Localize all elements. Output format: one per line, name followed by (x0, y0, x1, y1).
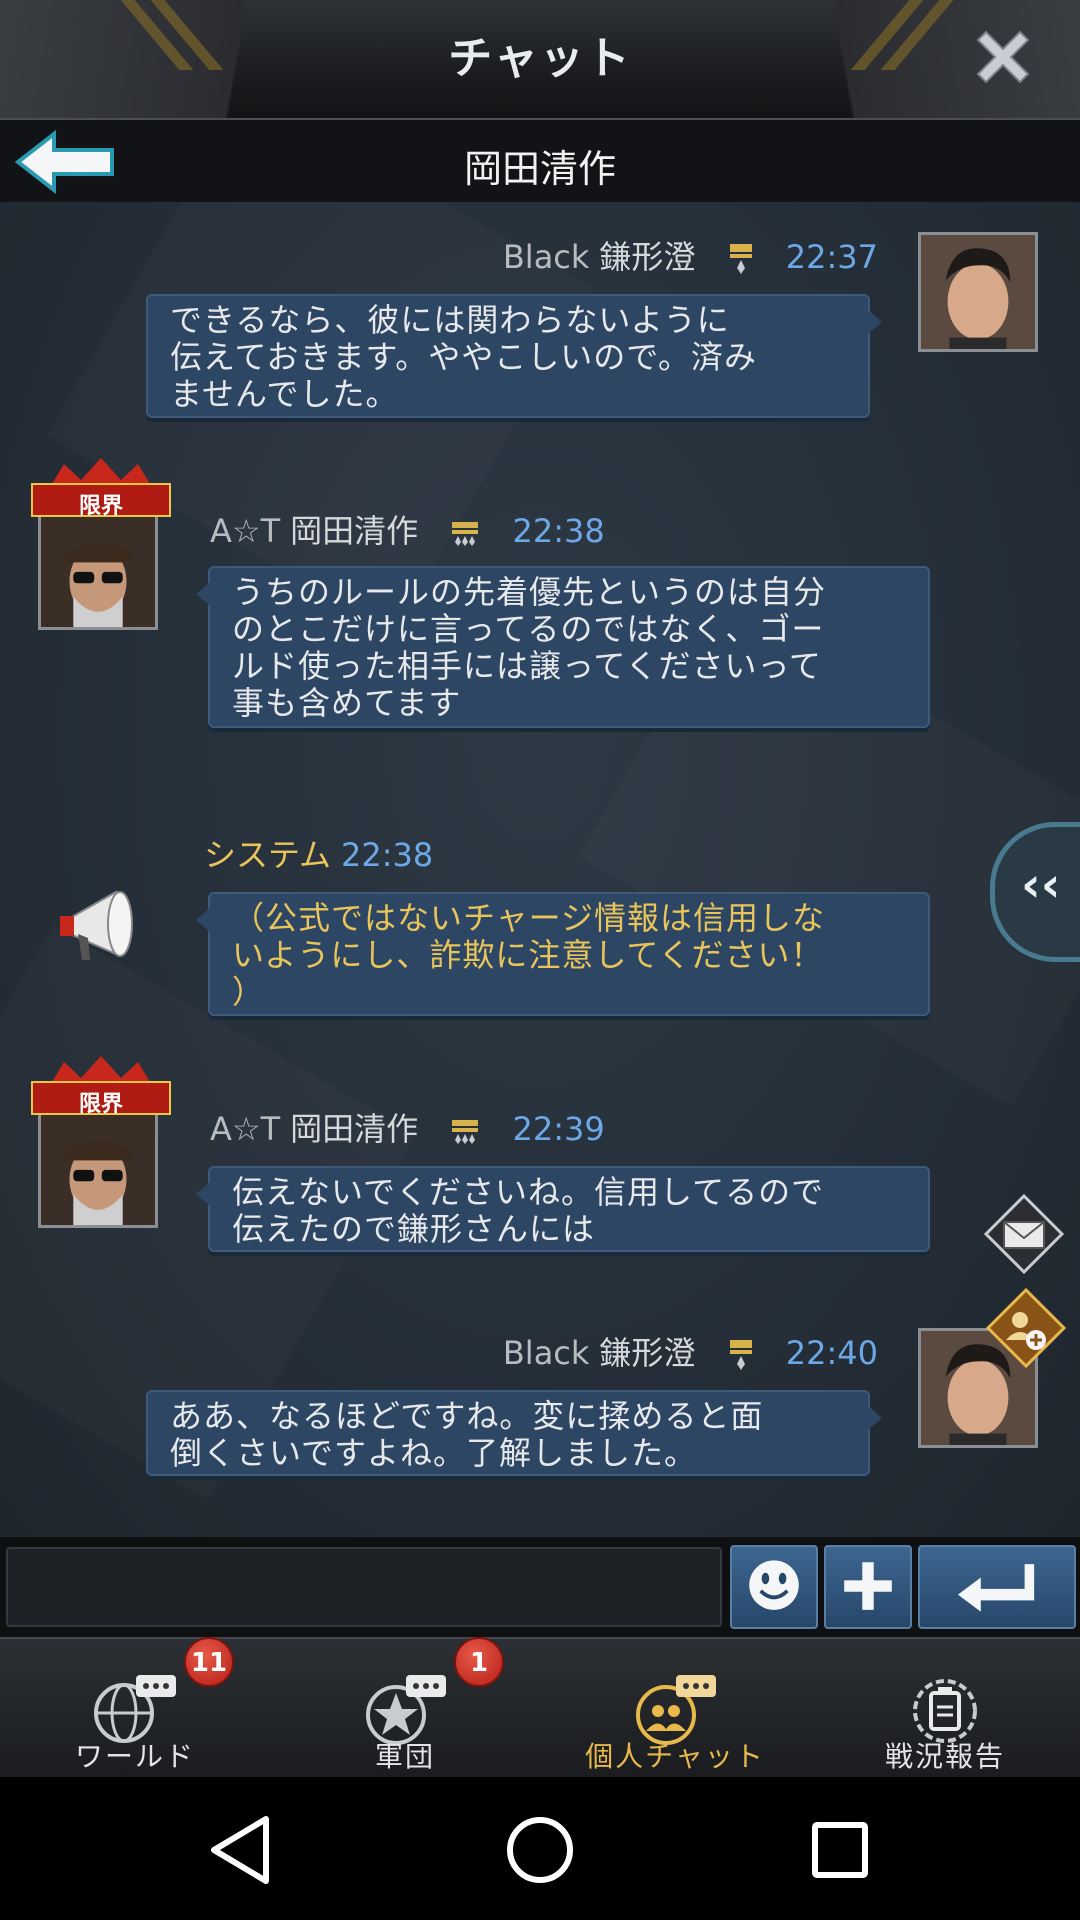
chat-screen: チャット 岡田清作 Black 鎌形澄 22:37 できるなら、彼には関わらない… (0, 0, 1080, 1920)
enter-arrow-icon (957, 1564, 1035, 1612)
tab-label: ワールド (74, 1740, 195, 1773)
double-chevron-left-icon: ‹‹ (1021, 857, 1061, 913)
rank-medal-icon (729, 1340, 752, 1370)
tab-world[interactable]: ワールド 11 (0, 1637, 270, 1779)
unread-badge: 11 (184, 1637, 234, 1687)
mail-icon (983, 1193, 1065, 1275)
tab-battle-report[interactable]: 戦況報告 (810, 1639, 1080, 1779)
sender-name: 鎌形澄 (599, 238, 696, 276)
mail-button[interactable] (983, 1193, 1065, 1275)
tab-label: 戦況報告 (884, 1740, 1005, 1773)
bubble-tail (196, 582, 210, 606)
message-line: 伝えないでくださいね。信用してるので (232, 1173, 825, 1211)
megaphone-icon (60, 890, 133, 960)
bubble-tail (196, 1182, 210, 1206)
message-line: ああ、なるほどですね。変に揉めると面 (170, 1397, 764, 1435)
rank-medal-icon (452, 522, 479, 546)
message-time: 22:37 (785, 238, 878, 276)
close-button[interactable] (968, 22, 1038, 92)
tab-label: 個人チャット (585, 1740, 765, 1773)
message-list[interactable]: Black 鎌形澄 22:37 できるなら、彼には関わらないように 伝えておきます… (0, 202, 1080, 1537)
rank-badge-label: 限界 (78, 494, 123, 519)
globe-chat-icon (94, 1675, 176, 1743)
message-line: ませんでした。 (170, 375, 399, 413)
sender-tag: Black (502, 238, 590, 276)
message-meta: システム 22:38 (204, 830, 433, 876)
conversation-header: 岡田清作 (0, 120, 1080, 202)
bubble-tail (868, 1406, 882, 1430)
sender-tag: A☆T (210, 1110, 281, 1148)
message-meta: Black 鎌形澄 22:40 (503, 1328, 878, 1374)
header-title: チャット (448, 33, 632, 84)
star-chat-icon (366, 1675, 446, 1745)
message-line: できるなら、彼には関わらないように (170, 301, 730, 339)
clipboard-icon (913, 1679, 977, 1743)
message-line: いようにし、詐欺に注意してください！ (232, 936, 824, 974)
message-line: 伝えておきます。ややこしいので。済み (170, 338, 757, 376)
avatar[interactable] (38, 1108, 158, 1228)
message-line: うちのルールの先着優先というのは自分 (232, 573, 827, 611)
message-line: ルド使った相手には譲ってくださいって (232, 647, 822, 685)
message-input[interactable] (6, 1547, 722, 1627)
sender-tag: A☆T (210, 512, 281, 550)
sender-name: 岡田清作 (290, 512, 419, 550)
square-recents-icon (812, 1822, 868, 1878)
message-bubble[interactable]: うちのルールの先着優先というのは自分 のとこだけに言ってるのではなく、ゴー ルド… (196, 566, 930, 728)
system-navigation-bar (0, 1777, 1080, 1920)
user-portrait-icon (41, 1111, 155, 1225)
sender-name: 鎌形澄 (599, 1334, 696, 1372)
avatar[interactable] (918, 232, 1038, 352)
nav-recents-button[interactable] (795, 1805, 885, 1895)
nav-home-button[interactable] (495, 1805, 585, 1895)
attach-button[interactable] (824, 1545, 912, 1629)
nav-back-button[interactable] (196, 1805, 286, 1895)
bubble-tail (868, 310, 882, 334)
message-line: 伝えたので鎌形さんには (232, 1210, 596, 1248)
bubble-tail (196, 908, 210, 932)
message-bubble[interactable]: ああ、なるほどですね。変に揉めると面 倒くさいですよね。了解しました。 (146, 1390, 882, 1476)
add-friend-button[interactable] (985, 1287, 1067, 1369)
message-line: 倒くさいですよね。了解しました。 (170, 1434, 698, 1472)
message-time: 22:40 (785, 1334, 878, 1372)
system-message-bubble[interactable]: （公式ではないチャージ情報は信用しな いようにし、詐欺に注意してください！ ） (196, 892, 930, 1016)
message-meta: A☆T 岡田清作 22:38 (210, 506, 605, 552)
message-line: ） (232, 973, 266, 1011)
message-time: 22:38 (341, 836, 434, 874)
rank-medal-icon (452, 1120, 479, 1144)
add-friend-icon (985, 1287, 1067, 1369)
triangle-back-icon (211, 1816, 269, 1884)
rank-medal-icon (729, 244, 752, 274)
user-portrait-icon (921, 235, 1035, 349)
circle-home-icon (507, 1817, 573, 1883)
message-time: 22:38 (512, 512, 605, 550)
message-input-bar (0, 1537, 1080, 1637)
top-header: チャット (0, 0, 1080, 120)
message-line: のとこだけに言ってるのではなく、ゴー (232, 610, 825, 648)
system-sender-name: システム (204, 836, 332, 874)
rank-badge-label: 限界 (78, 1092, 123, 1117)
unread-badge: 1 (454, 1637, 504, 1687)
message-bubble[interactable]: できるなら、彼には関わらないように 伝えておきます。ややこしいので。済み ません… (146, 294, 882, 418)
smiley-icon (749, 1560, 799, 1610)
conversation-partner-name: 岡田清作 (463, 147, 616, 191)
sender-name: 岡田清作 (290, 1110, 419, 1148)
message-line: （公式ではないチャージ情報は信用しな (232, 899, 826, 937)
plus-icon (844, 1562, 892, 1610)
avatar[interactable] (38, 510, 158, 630)
message-time: 22:39 (512, 1110, 605, 1148)
close-icon (976, 30, 1030, 84)
message-meta: A☆T 岡田清作 22:39 (210, 1104, 605, 1150)
message-line: 事も含めてます (232, 684, 462, 722)
chat-channel-tabs: ワールド 11 軍団 1 個人チャット 戦況報告 (0, 1637, 1080, 1779)
message-bubble[interactable]: 伝えないでくださいね。信用してるので 伝えたので鎌形さんには (196, 1166, 930, 1252)
tab-legion[interactable]: 軍団 1 (270, 1637, 540, 1779)
people-chat-icon (636, 1675, 716, 1745)
tab-label: 軍団 (374, 1740, 435, 1773)
user-portrait-icon (41, 513, 155, 627)
send-button[interactable] (918, 1545, 1076, 1629)
sender-tag: Black (502, 1334, 590, 1372)
message-meta: Black 鎌形澄 22:37 (503, 232, 878, 278)
emoji-button[interactable] (730, 1545, 818, 1629)
tab-private-chat[interactable]: 個人チャット (540, 1639, 810, 1779)
